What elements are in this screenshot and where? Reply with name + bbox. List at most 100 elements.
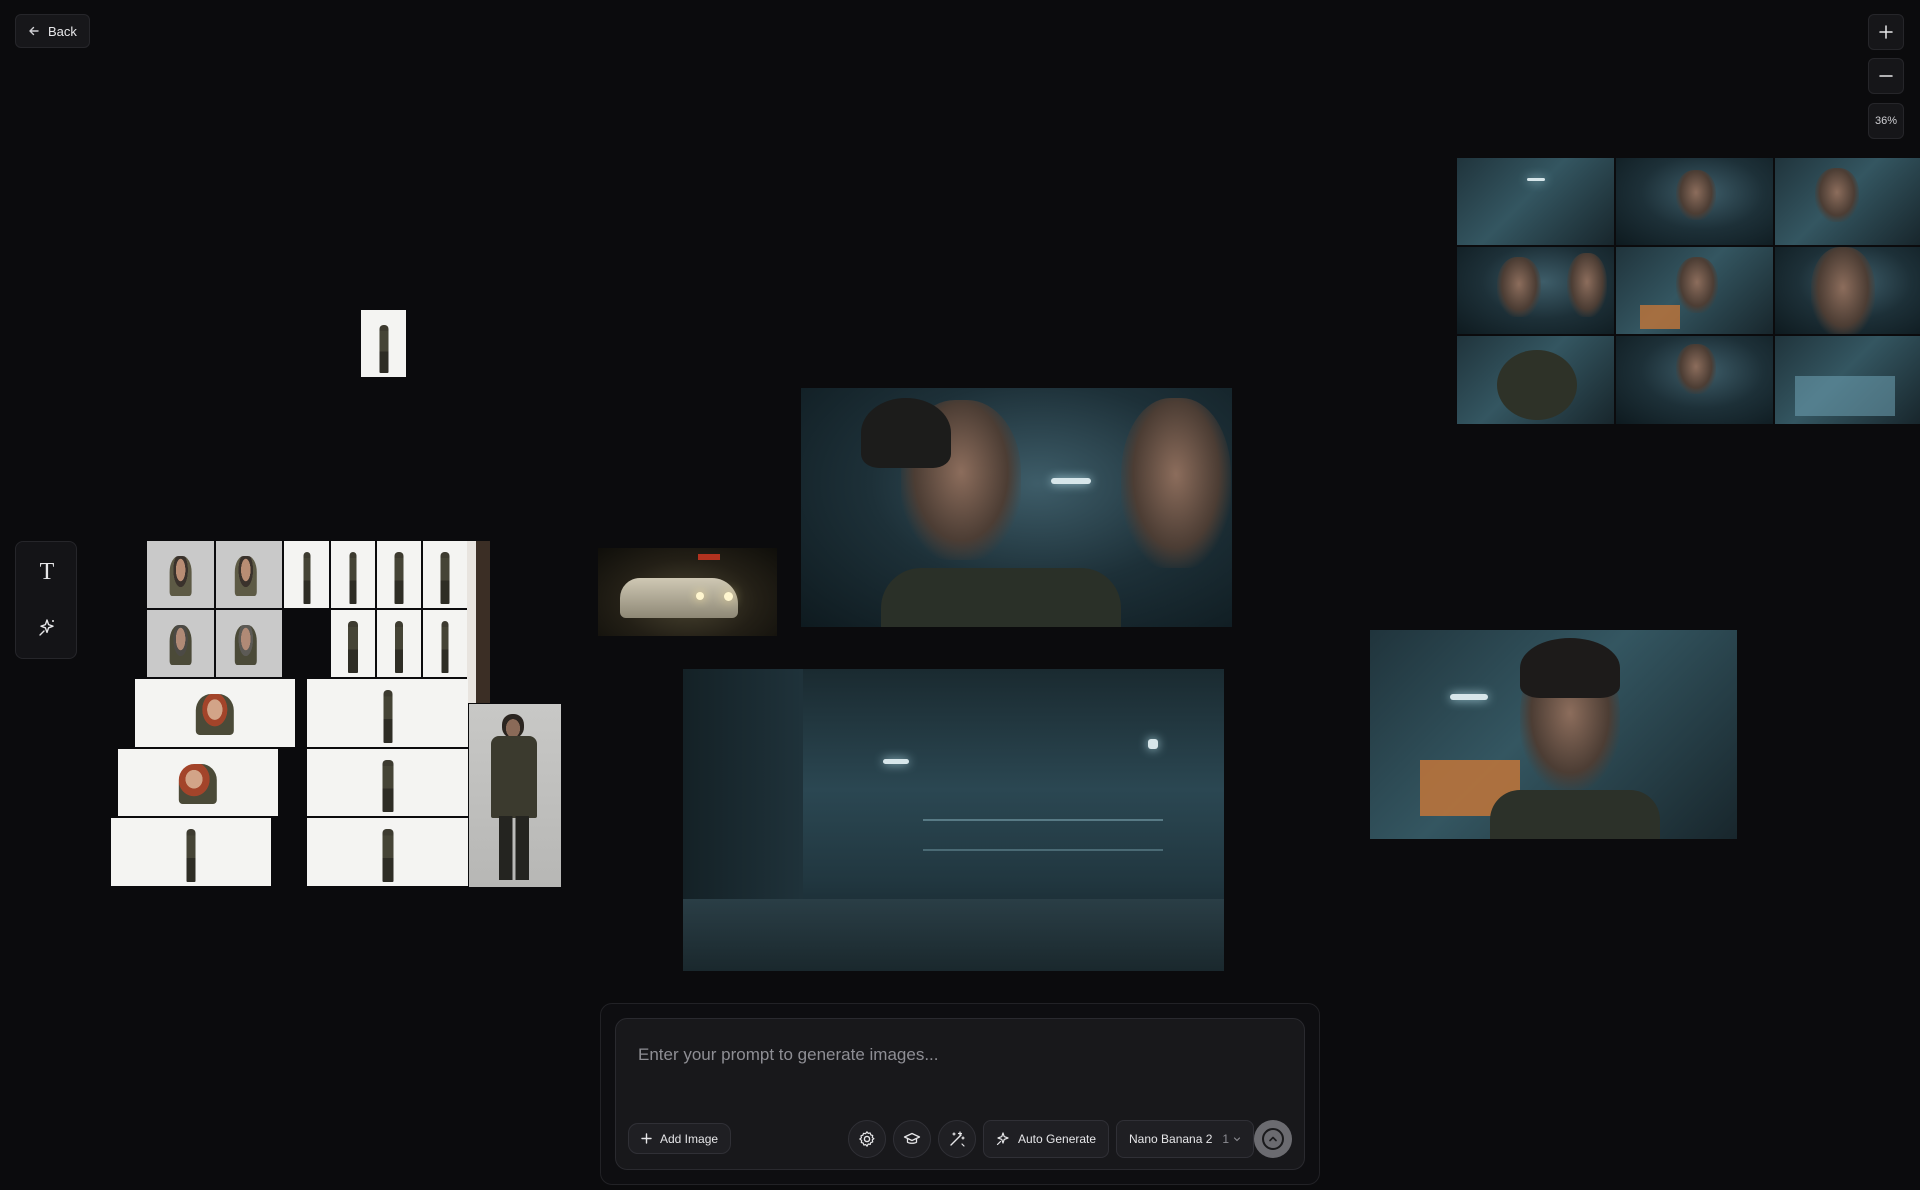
- character-face: [1497, 257, 1541, 317]
- canvas-image[interactable]: [801, 388, 1232, 627]
- figure-silhouette: [379, 324, 388, 373]
- image-count: 1: [1222, 1132, 1230, 1146]
- canvas-image[interactable]: [307, 679, 468, 747]
- canvas-image[interactable]: [331, 541, 375, 608]
- canvas-image[interactable]: [361, 310, 406, 377]
- portrait-head: [234, 555, 257, 596]
- canvas-image[interactable]: [683, 669, 1224, 971]
- canvas-image[interactable]: [469, 704, 561, 887]
- uniform: [1497, 350, 1577, 420]
- sparkle-icon: [996, 1132, 1010, 1146]
- canvas-image[interactable]: [1457, 336, 1614, 424]
- canvas-image[interactable]: [111, 818, 271, 886]
- canvas-image[interactable]: [147, 610, 214, 677]
- magic-wand-icon: [948, 1130, 966, 1148]
- holo-display: [1795, 376, 1895, 416]
- character-face: [1815, 168, 1859, 222]
- back-button[interactable]: Back: [15, 14, 90, 48]
- light-fixture: [883, 759, 909, 764]
- canvas-image[interactable]: [216, 610, 282, 677]
- figure-silhouette: [303, 551, 310, 604]
- sparkle-wand-icon: [36, 617, 58, 639]
- prompt-input[interactable]: [638, 1040, 1278, 1070]
- canvas-image[interactable]: [1775, 247, 1920, 334]
- canvas-image[interactable]: [284, 541, 329, 608]
- zoom-out-button[interactable]: [1868, 58, 1904, 94]
- canvas-image[interactable]: [118, 749, 278, 816]
- light-fixture: [1450, 694, 1488, 700]
- figure-silhouette: [491, 736, 537, 818]
- uniform: [1490, 790, 1660, 839]
- character-face: [1811, 247, 1875, 334]
- tool-palette: T: [15, 541, 77, 659]
- canvas-image[interactable]: [1370, 630, 1737, 839]
- light-fixture: [1051, 478, 1091, 484]
- canvas-image[interactable]: [1775, 158, 1920, 245]
- portrait-head: [195, 693, 235, 735]
- canvas-image[interactable]: [331, 610, 375, 677]
- floor: [683, 899, 1224, 971]
- figure-silhouette: [499, 816, 529, 880]
- learn-button[interactable]: [893, 1120, 931, 1158]
- enhance-button[interactable]: [938, 1120, 976, 1158]
- canvas-image[interactable]: [377, 541, 421, 608]
- canvas[interactable]: Back 36% T Enter your prompt to generate…: [0, 0, 1920, 1190]
- character-face: [1676, 170, 1716, 220]
- figure-silhouette: [395, 620, 403, 673]
- figure-silhouette: [383, 689, 392, 743]
- canvas-image[interactable]: [467, 541, 490, 703]
- model-selector[interactable]: Nano Banana 2 1: [1116, 1120, 1255, 1158]
- canvas-image[interactable]: [216, 541, 282, 608]
- graduation-cap-icon: [903, 1130, 921, 1148]
- hair: [861, 398, 951, 468]
- zoom-level-indicator[interactable]: 36%: [1868, 103, 1904, 139]
- generate-button[interactable]: [1254, 1120, 1292, 1158]
- canvas-image[interactable]: [1457, 247, 1614, 334]
- canvas-image[interactable]: [1457, 158, 1614, 245]
- light-fixture: [1527, 178, 1545, 181]
- canvas-image[interactable]: [377, 610, 421, 677]
- neon-sign: [698, 554, 720, 560]
- light-fixture: [1148, 739, 1158, 749]
- plus-icon: [1879, 25, 1893, 39]
- canvas-image[interactable]: [598, 548, 777, 636]
- portrait-head: [502, 714, 524, 738]
- portrait-head: [169, 624, 192, 665]
- arrow-up-circle-icon: [1262, 1128, 1284, 1150]
- plus-icon: [641, 1133, 652, 1144]
- figure-silhouette: [186, 828, 196, 882]
- portrait-head: [169, 555, 192, 596]
- add-image-button[interactable]: Add Image: [628, 1123, 732, 1154]
- ai-generate-tool-button[interactable]: [27, 608, 67, 648]
- portrait-head: [178, 763, 218, 804]
- canvas-image[interactable]: [1775, 336, 1920, 424]
- railing: [923, 849, 1163, 851]
- canvas-image[interactable]: [1616, 336, 1773, 424]
- figure-silhouette: [382, 828, 393, 882]
- figure-silhouette: [394, 551, 404, 604]
- canvas-image[interactable]: [1616, 247, 1773, 334]
- figure-silhouette: [348, 620, 358, 673]
- canvas-image[interactable]: [135, 679, 295, 747]
- canvas-image[interactable]: [307, 749, 468, 816]
- auto-generate-button[interactable]: Auto Generate: [983, 1120, 1110, 1158]
- arrow-left-icon: [28, 25, 40, 37]
- minus-icon: [1879, 69, 1893, 83]
- text-tool-button[interactable]: T: [27, 552, 67, 592]
- settings-button[interactable]: [848, 1120, 886, 1158]
- canvas-image[interactable]: [1616, 158, 1773, 245]
- canvas-image[interactable]: [147, 541, 214, 608]
- character-face: [1676, 257, 1718, 313]
- hair: [1520, 638, 1620, 698]
- canvas-image[interactable]: [423, 541, 467, 608]
- back-label: Back: [48, 23, 77, 39]
- zoom-in-button[interactable]: [1868, 14, 1904, 50]
- figure-silhouette: [441, 620, 449, 673]
- canvas-image[interactable]: [307, 818, 468, 886]
- headlight: [724, 592, 733, 601]
- canvas-image[interactable]: [423, 610, 467, 677]
- portrait-head: [234, 624, 257, 665]
- railing: [923, 819, 1163, 821]
- character-face: [1121, 398, 1231, 568]
- model-label: Nano Banana 2: [1129, 1132, 1213, 1146]
